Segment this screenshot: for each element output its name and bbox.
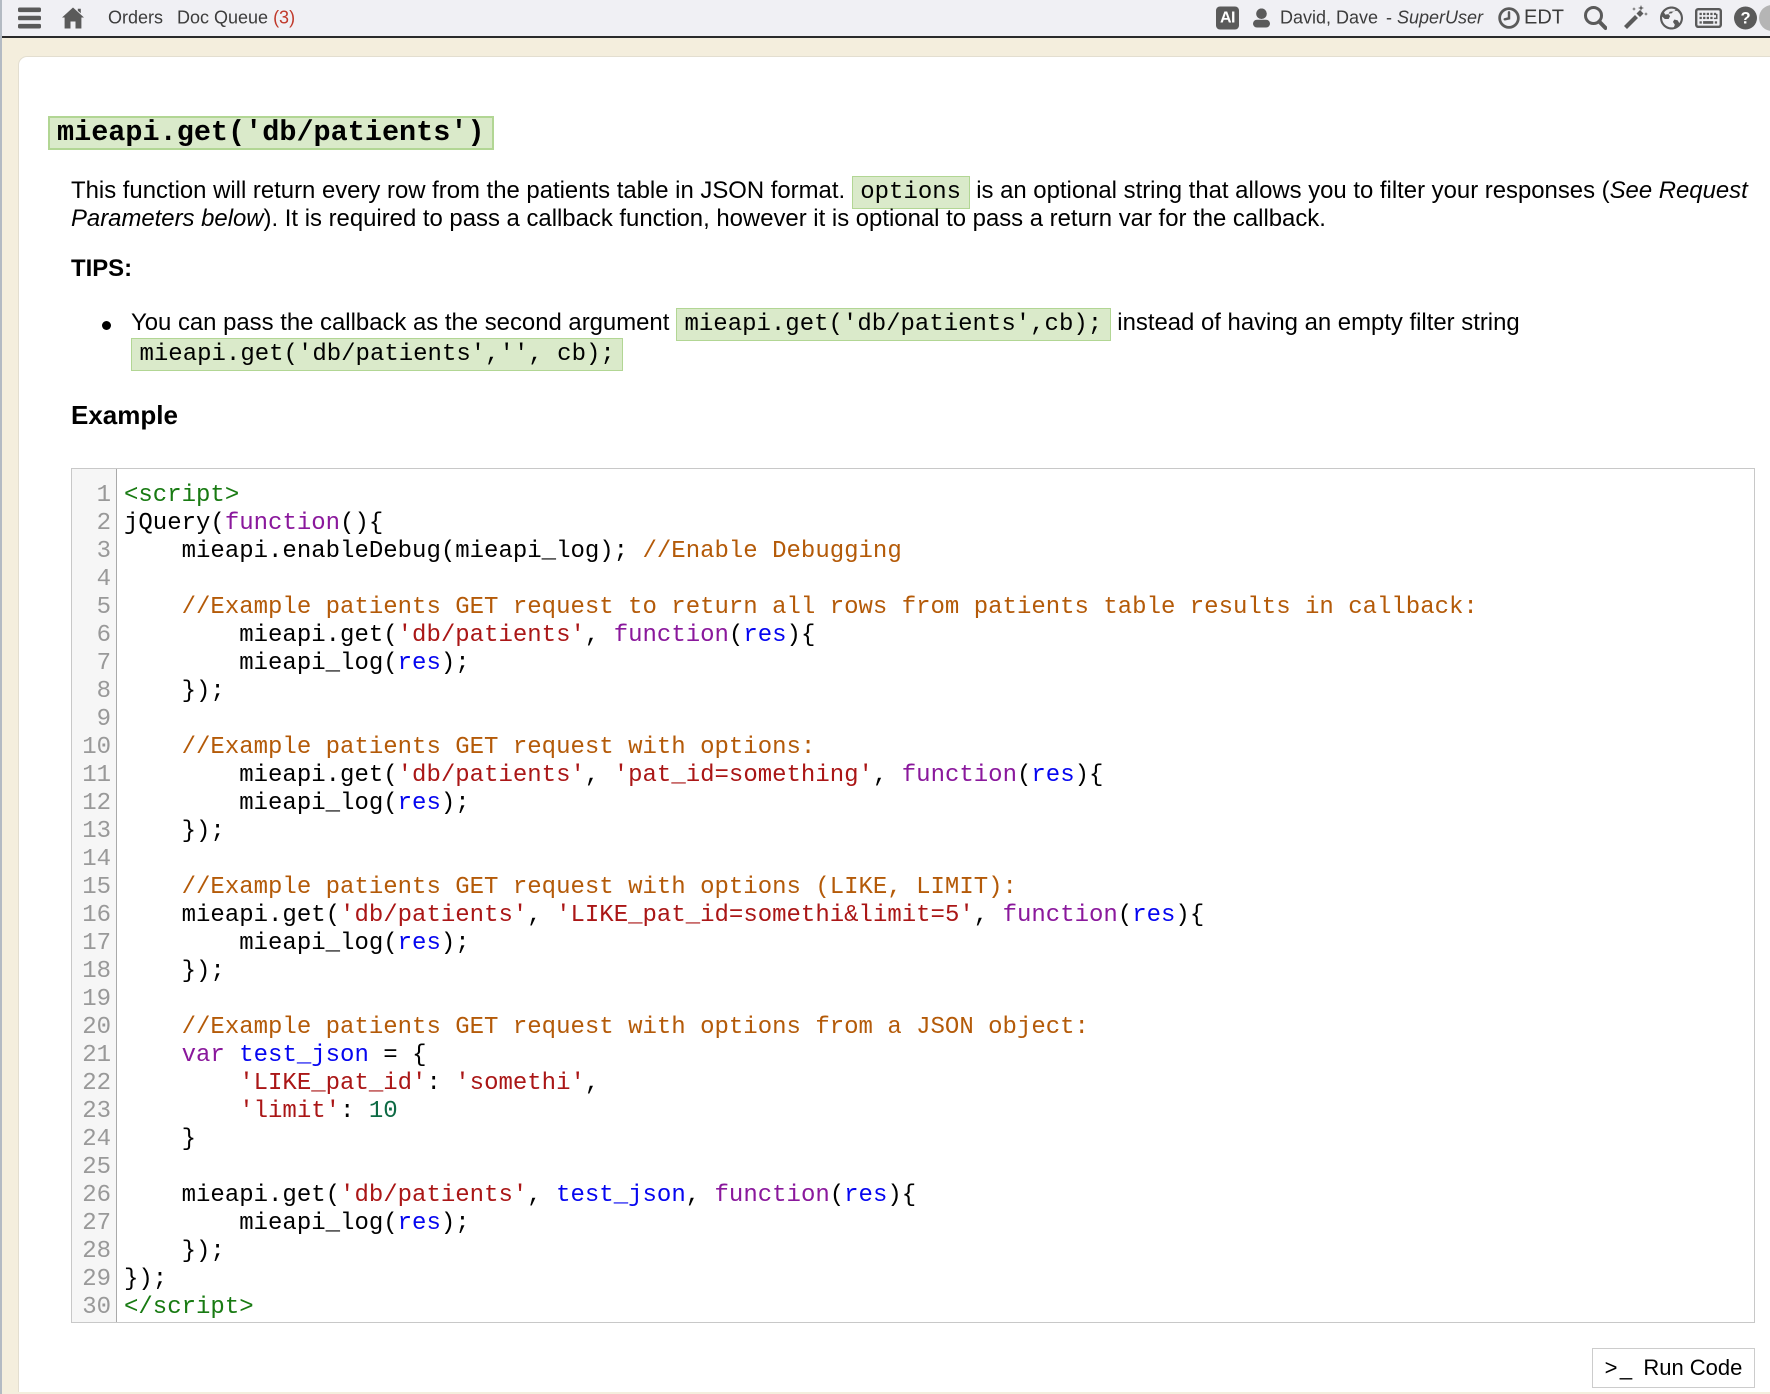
svg-text:?: ? (1740, 9, 1750, 28)
